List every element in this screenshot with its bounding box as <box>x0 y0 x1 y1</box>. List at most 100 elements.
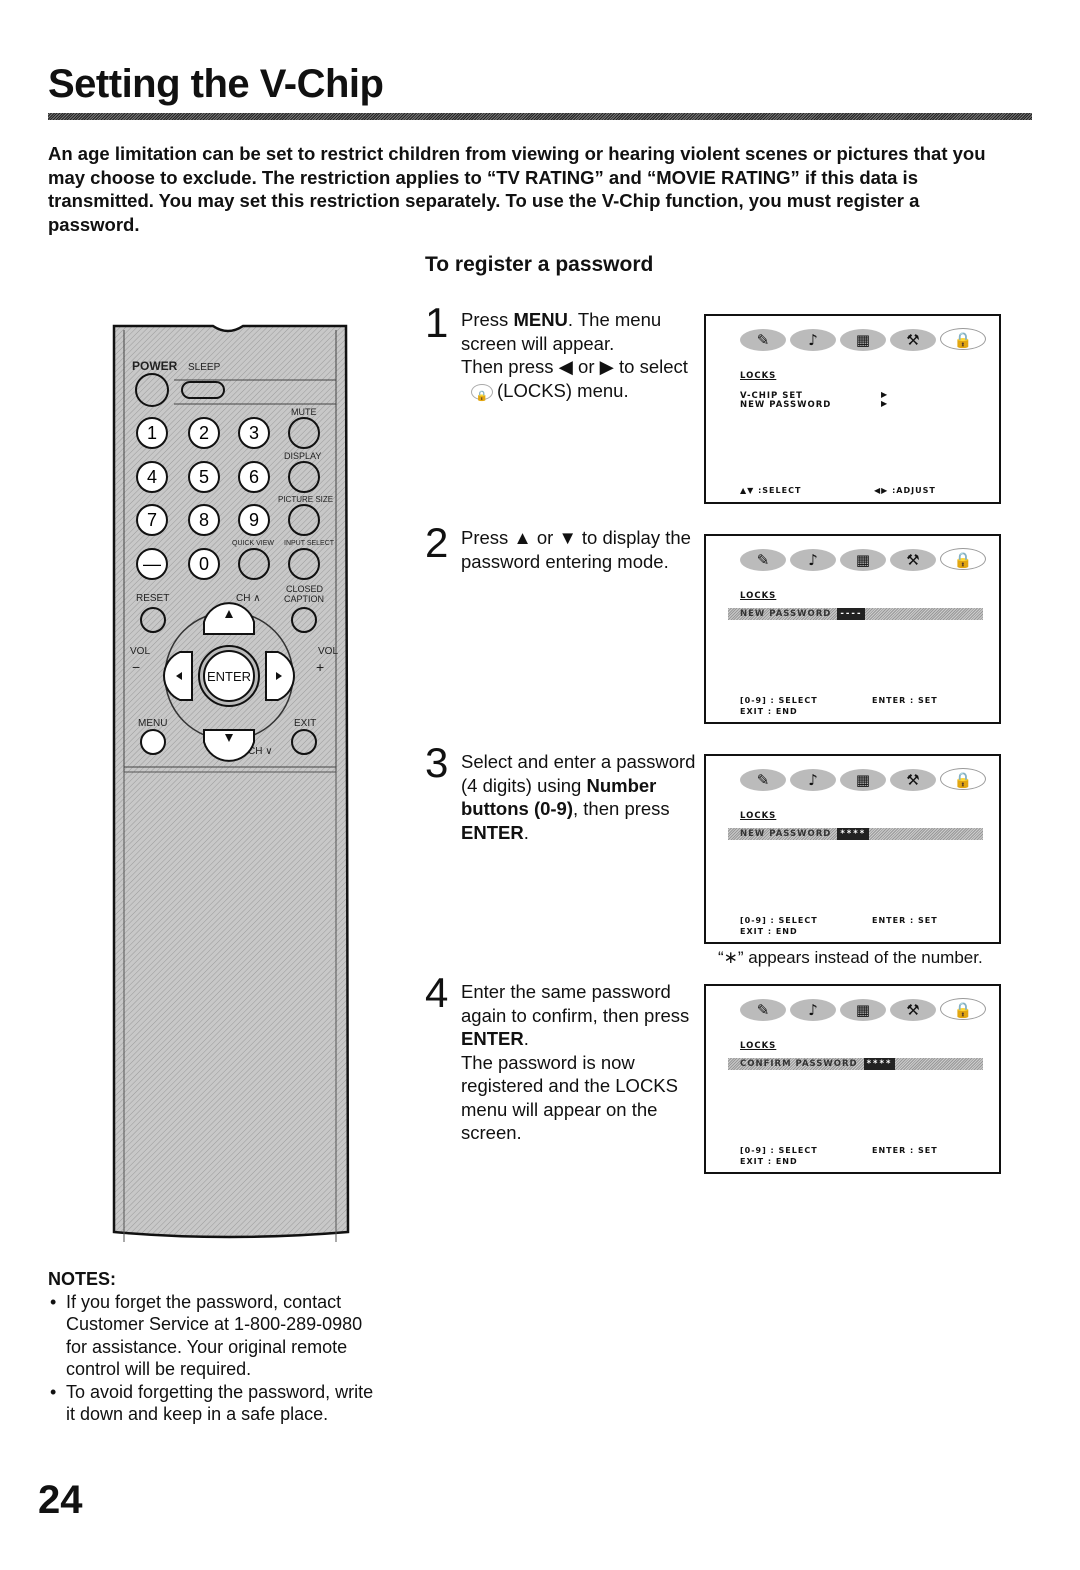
display-label: DISPLAY <box>284 451 321 461</box>
menu-title: LOCKS <box>740 591 777 601</box>
step-number: 1 <box>425 299 449 346</box>
audio-icon[interactable]: ♪ <box>790 999 836 1021</box>
digit-label: 0 <box>199 554 209 574</box>
menu-title: LOCKS <box>740 1041 777 1051</box>
step-2-text: Press ▲ or ▼ to display the password ent… <box>461 527 691 572</box>
menu-screen-new-password-empty: ✎ ♪ ▦ ⚒ 🔒 LOCKS NEW PASSWORD ---- [0-9] : SEL… <box>704 534 1001 724</box>
footer-select-hint: [0-9] : SELECT <box>740 696 818 705</box>
digit-label: 1 <box>147 423 157 443</box>
footer-select-hint: ▲▼ :SELECT <box>740 486 802 495</box>
caption-label: CAPTION <box>284 594 324 604</box>
password-value: **** <box>837 828 870 840</box>
footer-select-hint: [0-9] : SELECT <box>740 1146 818 1155</box>
picture-icon[interactable]: ✎ <box>740 769 786 791</box>
footer-end-hint: EXIT : END <box>740 707 798 716</box>
picture-icon[interactable]: ✎ <box>740 329 786 351</box>
vol-plus-label: + <box>316 659 324 675</box>
page-number: 24 <box>38 1478 83 1522</box>
options-icon[interactable]: ⚒ <box>890 769 936 791</box>
right-arrow-icon: ▶ <box>881 399 888 408</box>
power-label: POWER <box>132 359 178 373</box>
lock-icon[interactable]: 🔒 <box>940 768 986 790</box>
password-field-row[interactable]: NEW PASSWORD ---- <box>728 608 983 620</box>
mute-label: MUTE <box>291 407 317 417</box>
options-icon[interactable]: ⚒ <box>890 549 936 571</box>
setup-icon[interactable]: ▦ <box>840 549 886 571</box>
remote-control-illustration: POWER SLEEP MUTE DISPLAY PICTURE SIZE QU… <box>112 324 350 1242</box>
footer-set-hint: ENTER : SET <box>872 1146 938 1155</box>
enter-label: ENTER <box>207 669 251 684</box>
options-icon[interactable]: ⚒ <box>890 329 936 351</box>
step-4-text: Enter the same password again to confirm… <box>461 981 690 1143</box>
step-number: 4 <box>425 969 449 1016</box>
sleep-label: SLEEP <box>188 362 221 373</box>
menu-screen-confirm-password: ✎ ♪ ▦ ⚒ 🔒 LOCKS CONFIRM PASSWORD **** [0-9] :… <box>704 984 1001 1174</box>
footer-adjust-hint: ◀▶ :ADJUST <box>874 486 936 495</box>
setup-icon[interactable]: ▦ <box>840 769 886 791</box>
password-value: **** <box>863 1058 896 1070</box>
exit-label: EXIT <box>294 718 316 729</box>
digit-label: 6 <box>249 467 259 487</box>
menu-title: LOCKS <box>740 811 777 821</box>
vol-left-label: VOL <box>130 646 150 657</box>
input-select-label: INPUT SELECT <box>284 540 335 547</box>
step-number: 3 <box>425 739 449 786</box>
password-field-row[interactable]: NEW PASSWORD **** <box>728 828 983 840</box>
audio-icon[interactable]: ♪ <box>790 549 836 571</box>
closed-label: CLOSED <box>286 584 324 594</box>
locks-menu-icon: 🔒 <box>471 383 493 402</box>
footer-set-hint: ENTER : SET <box>872 916 938 925</box>
menu-screen-new-password-entered: ✎ ♪ ▦ ⚒ 🔒 LOCKS NEW PASSWORD **** [0-9] : SEL… <box>704 754 1001 944</box>
picture-icon[interactable]: ✎ <box>740 549 786 571</box>
options-icon[interactable]: ⚒ <box>890 999 936 1021</box>
right-arrow-icon: ▶ <box>881 390 888 399</box>
footer-end-hint: EXIT : END <box>740 1157 798 1166</box>
step-number: 2 <box>425 519 449 566</box>
title-rule <box>48 113 1032 120</box>
menu-icons-row: ✎ ♪ ▦ ⚒ 🔒 <box>740 548 990 571</box>
reset-label: RESET <box>136 593 169 604</box>
note-item: To avoid forgetting the password, write … <box>48 1381 378 1426</box>
password-field-row[interactable]: CONFIRM PASSWORD **** <box>728 1058 983 1070</box>
menu-item-new-password[interactable]: NEW PASSWORD <box>740 400 831 410</box>
digit-label: 9 <box>249 510 259 530</box>
step-1-text: Press MENU. The menu screen will appear.… <box>461 309 688 402</box>
lock-icon[interactable]: 🔒 <box>940 328 986 350</box>
digit-label: 2 <box>199 423 209 443</box>
digit-label: 4 <box>147 467 157 487</box>
notes-heading: NOTES: <box>48 1269 117 1289</box>
digit-label: — <box>143 554 161 574</box>
lock-icon[interactable]: 🔒 <box>940 998 986 1020</box>
menu-title: LOCKS <box>740 371 777 381</box>
section-heading: To register a password <box>425 253 654 276</box>
vol-minus-label: − <box>132 659 140 675</box>
footer-set-hint: ENTER : SET <box>872 696 938 705</box>
quick-view-label: QUICK VIEW <box>232 540 274 547</box>
footer-end-hint: EXIT : END <box>740 927 798 936</box>
setup-icon[interactable]: ▦ <box>840 329 886 351</box>
menu-screen-locks: ✎ ♪ ▦ ⚒ 🔒 LOCKS V-CHIP SET ▶ NEW PASSWORD ▶ … <box>704 314 1001 504</box>
menu-button[interactable] <box>140 729 166 755</box>
menu-icons-row: ✎ ♪ ▦ ⚒ 🔒 <box>740 328 990 351</box>
audio-icon[interactable]: ♪ <box>790 769 836 791</box>
digit-label: 7 <box>147 510 157 530</box>
vol-right-label: VOL <box>318 646 338 657</box>
screen-caption: “∗” appears instead of the number. <box>718 948 983 967</box>
audio-icon[interactable]: ♪ <box>790 329 836 351</box>
notes-section: NOTES: If you forget the password, conta… <box>48 1268 378 1426</box>
menu-label: MENU <box>138 718 167 729</box>
intro-paragraph: An age limitation can be set to restrict… <box>48 143 986 235</box>
picture-size-label: PICTURE SIZE <box>278 495 333 504</box>
digit-label: 8 <box>199 510 209 530</box>
menu-icons-row: ✎ ♪ ▦ ⚒ 🔒 <box>740 768 990 791</box>
setup-icon[interactable]: ▦ <box>840 999 886 1021</box>
digit-label: 3 <box>249 423 259 443</box>
ch-up-label: CH ∧ <box>236 593 261 604</box>
menu-icons-row: ✎ ♪ ▦ ⚒ 🔒 <box>740 998 990 1021</box>
step-3-text: Select and enter a password (4 digits) u… <box>461 751 696 843</box>
note-item: If you forget the password, contact Cust… <box>48 1291 378 1381</box>
picture-icon[interactable]: ✎ <box>740 999 786 1021</box>
footer-select-hint: [0-9] : SELECT <box>740 916 818 925</box>
lock-icon[interactable]: 🔒 <box>940 548 986 570</box>
digit-label: 5 <box>199 467 209 487</box>
